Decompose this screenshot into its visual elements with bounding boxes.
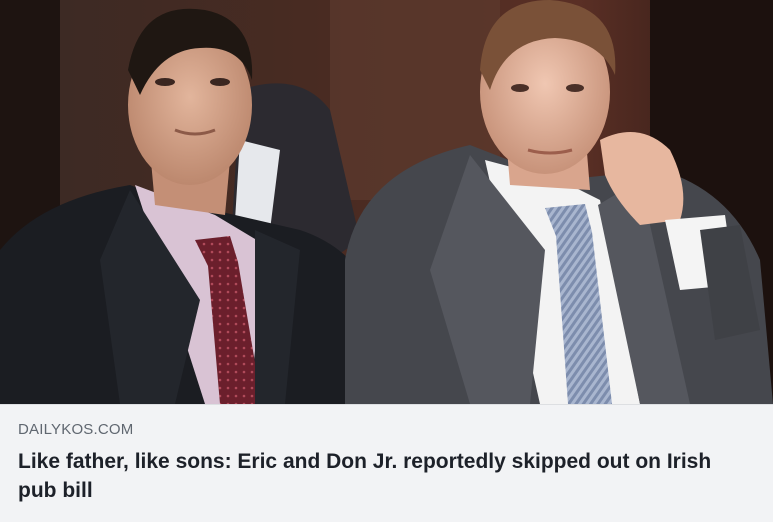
link-preview-card[interactable]: DAILYKOS.COM Like father, like sons: Eri… — [0, 0, 773, 522]
photo-illustration — [0, 0, 773, 404]
article-photo[interactable] — [0, 0, 773, 404]
link-caption[interactable]: DAILYKOS.COM Like father, like sons: Eri… — [0, 404, 773, 522]
source-domain: DAILYKOS.COM — [18, 421, 134, 438]
article-headline[interactable]: Like father, like sons: Eric and Don Jr.… — [18, 447, 753, 505]
